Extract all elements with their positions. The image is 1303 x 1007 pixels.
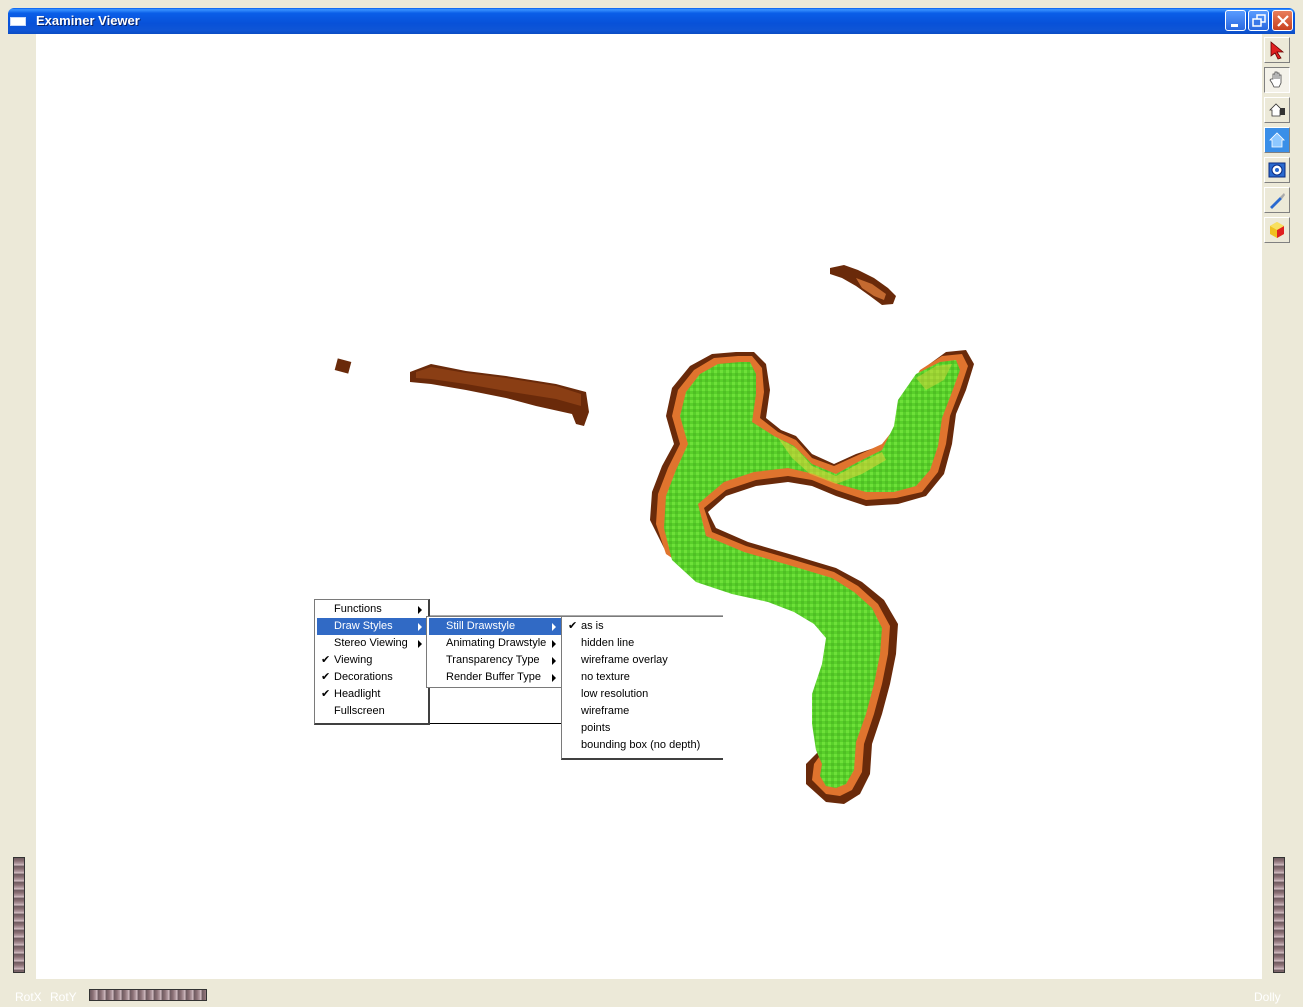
submenu-arrow-icon [418,640,422,648]
menu-item-draw-styles[interactable]: Draw Styles [317,618,427,635]
set-home-icon [1269,132,1285,148]
fragment-small [334,358,352,374]
draw-styles-submenu: Still Drawstyle Animating Drawstyle Tran… [426,616,562,688]
submenu-arrow-icon [552,657,556,665]
restore-icon [1252,14,1266,27]
menu-item-hidden-line[interactable]: hidden line [564,635,722,652]
menu-item-bounding-box[interactable]: bounding box (no depth) [564,737,722,754]
menu-item-transparency-type[interactable]: Transparency Type [429,652,561,669]
submenu-arrow-icon [552,623,556,631]
menu-ghost-box [429,689,563,724]
rotx-label: RotX [15,990,42,1004]
fragment-elongated [410,364,589,426]
viewer-toolbar [1262,34,1295,979]
minimize-button[interactable] [1225,10,1246,31]
seek-icon [1270,193,1285,209]
view-all-icon [1268,162,1286,178]
menu-item-still-drawstyle[interactable]: Still Drawstyle [429,618,561,635]
viewer-popup-menu: Functions Draw Styles Stereo Viewing ✔ Vi… [314,599,430,725]
volume-model [334,265,974,804]
menu-item-points[interactable]: points [564,720,722,737]
roty-thumbwheel[interactable] [89,989,207,1001]
menu-item-functions[interactable]: Functions [317,601,427,618]
submenu-arrow-icon [552,674,556,682]
close-icon [1277,15,1289,27]
view-hand-icon [1269,71,1282,88]
submenu-arrow-icon [552,640,556,648]
dolly-label: Dolly [1254,990,1281,1004]
menu-item-stereo-viewing[interactable]: Stereo Viewing [317,635,427,652]
set-home-button[interactable] [1264,127,1290,153]
menu-item-no-texture[interactable]: no texture [564,669,722,686]
perspective-cube-icon [1270,222,1284,238]
still-drawstyle-submenu: ✔ as is hidden line wireframe overlay no … [561,616,723,760]
pick-arrow-icon [1270,41,1285,60]
submenu-arrow-icon [418,606,422,614]
home-icon [1269,103,1285,117]
close-button[interactable] [1272,10,1293,31]
menu-item-low-resolution[interactable]: low resolution [564,686,722,703]
dolly-thumbwheel[interactable] [1273,857,1285,973]
home-button[interactable] [1264,97,1290,123]
checkmark-icon: ✔ [321,688,331,700]
view-mode-button[interactable] [1264,67,1290,93]
minimize-icon [1231,24,1238,27]
menu-item-headlight[interactable]: ✔ Headlight [317,686,427,703]
menu-item-viewing[interactable]: ✔ Viewing [317,652,427,669]
menu-item-wireframe-overlay[interactable]: wireframe overlay [564,652,722,669]
title-bar[interactable]: Examiner Viewer [8,8,1295,34]
3d-viewport[interactable] [36,34,1262,979]
checkmark-icon: ✔ [321,654,331,666]
checkmark-icon: ✔ [568,620,578,632]
roty-label: RotY [50,990,77,1004]
menu-item-decorations[interactable]: ✔ Decorations [317,669,427,686]
rotx-thumbwheel[interactable] [13,857,25,973]
fragment-top [830,265,896,305]
checkmark-icon: ✔ [321,671,331,683]
menu-item-render-buffer-type[interactable]: Render Buffer Type [429,669,561,686]
seek-button[interactable] [1264,187,1290,213]
menu-item-fullscreen[interactable]: Fullscreen [317,703,427,720]
view-all-button[interactable] [1264,157,1290,183]
perspective-button[interactable] [1264,217,1290,243]
window-icon [10,17,26,26]
menu-item-wireframe[interactable]: wireframe [564,703,722,720]
menu-item-animating-drawstyle[interactable]: Animating Drawstyle [429,635,561,652]
menu-item-as-is[interactable]: ✔ as is [564,618,722,635]
submenu-arrow-icon [418,623,422,631]
restore-button[interactable] [1248,10,1269,31]
pick-mode-button[interactable] [1264,37,1290,63]
window-title: Examiner Viewer [36,13,140,28]
